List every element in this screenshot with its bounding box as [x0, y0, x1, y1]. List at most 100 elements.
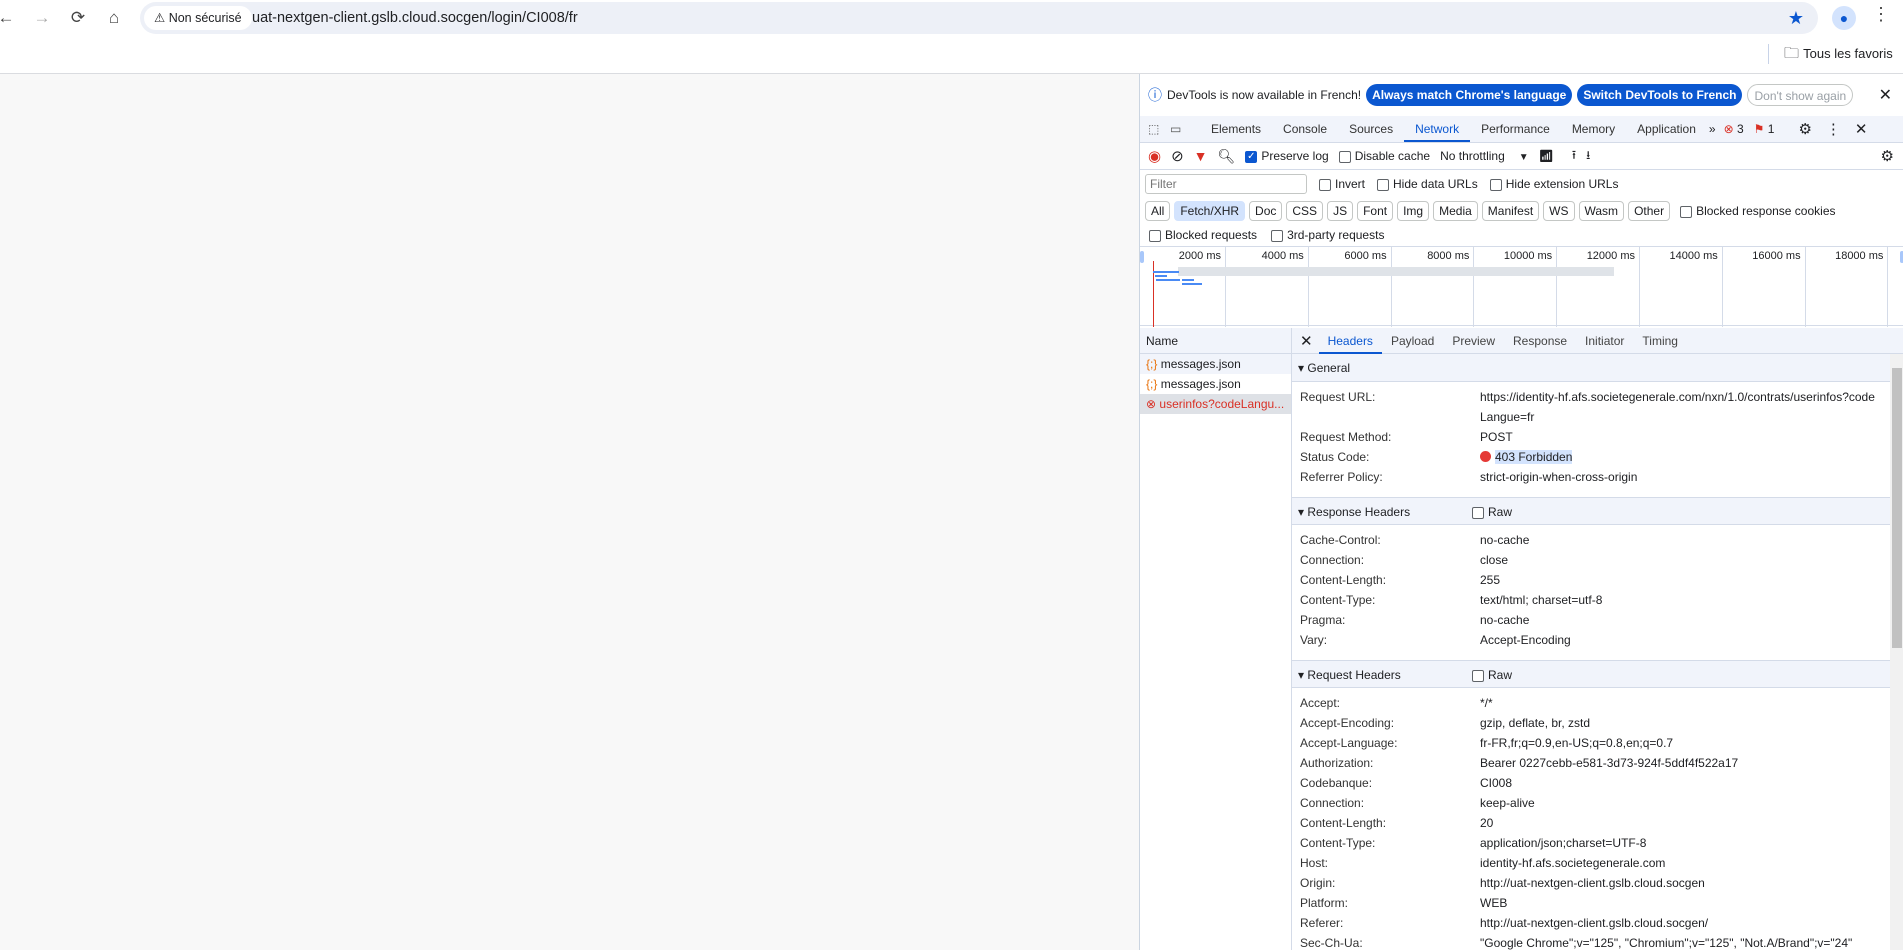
invert-checkbox[interactable]: Invert: [1319, 177, 1365, 191]
security-chip[interactable]: ⚠ Non sécurisé: [144, 6, 252, 30]
filter-funnel-icon[interactable]: ▼: [1194, 148, 1208, 164]
menu-kebab-icon[interactable]: ⋮: [1872, 4, 1890, 25]
network-settings-icon[interactable]: ⚙: [1881, 147, 1894, 165]
scrollbar-thumb[interactable]: [1892, 368, 1902, 648]
header-value[interactable]: http://uat-nextgen-client.gslb.cloud.soc…: [1480, 873, 1890, 893]
error-count-badge[interactable]: ⊗ 3: [1724, 122, 1744, 136]
type-font[interactable]: Font: [1357, 201, 1394, 221]
hide-extension-urls-checkbox[interactable]: Hide extension URLs: [1489, 177, 1618, 191]
type-wasm[interactable]: Wasm: [1578, 201, 1625, 221]
preserve-log-checkbox[interactable]: ✓ Preserve log: [1245, 149, 1329, 163]
match-language-button[interactable]: Always match Chrome's language: [1366, 84, 1573, 106]
header-value[interactable]: "Google Chrome";v="125", "Chromium";v="1…: [1480, 933, 1890, 950]
blocked-requests-checkbox[interactable]: Blocked requests: [1149, 228, 1257, 242]
tab-application[interactable]: Application: [1626, 116, 1707, 142]
type-manifest[interactable]: Manifest: [1481, 201, 1540, 221]
overview-left-handle[interactable]: [1140, 251, 1144, 263]
bookmark-star-icon[interactable]: ★: [1788, 2, 1804, 34]
hide-data-urls-checkbox[interactable]: Hide data URLs: [1377, 177, 1478, 191]
request-row-selected[interactable]: ⊗ userinfos?codeLangu...: [1140, 394, 1291, 414]
name-column-header[interactable]: Name: [1140, 328, 1291, 354]
switch-french-button[interactable]: Switch DevTools to French: [1577, 84, 1743, 106]
url-text[interactable]: uat-nextgen-client.gslb.cloud.socgen/log…: [252, 2, 578, 34]
tab-headers[interactable]: Headers: [1318, 328, 1382, 354]
header-value[interactable]: text/html; charset=utf-8: [1480, 590, 1890, 610]
export-har-icon[interactable]: ⭳: [1586, 146, 1590, 167]
profile-avatar-icon[interactable]: ●: [1832, 6, 1856, 30]
address-bar[interactable]: ⚠ Non sécurisé uat-nextgen-client.gslb.c…: [140, 2, 1818, 34]
general-section-header[interactable]: ▾ General: [1292, 354, 1890, 382]
tab-performance[interactable]: Performance: [1470, 116, 1561, 142]
response-headers-section-header[interactable]: ▾ Response Headers Raw: [1292, 497, 1890, 525]
more-tabs-icon[interactable]: »: [1709, 122, 1716, 136]
request-row[interactable]: {;} messages.json: [1140, 374, 1291, 394]
back-icon[interactable]: ←: [0, 6, 18, 30]
tab-sources[interactable]: Sources: [1338, 116, 1404, 142]
header-value[interactable]: WEB: [1480, 893, 1890, 913]
type-all[interactable]: All: [1145, 201, 1171, 221]
header-value[interactable]: CI008: [1480, 773, 1890, 793]
header-value[interactable]: application/json;charset=UTF-8: [1480, 833, 1890, 853]
import-har-icon[interactable]: ⭱: [1572, 146, 1576, 167]
request-row[interactable]: {;} messages.json: [1140, 354, 1291, 374]
header-value[interactable]: https://identity-hf.afs.societegenerale.…: [1480, 387, 1890, 407]
request-headers-section-header[interactable]: ▾ Request Headers Raw: [1292, 660, 1890, 688]
forward-icon[interactable]: →: [30, 6, 54, 30]
header-value[interactable]: 403 Forbidden: [1480, 447, 1890, 467]
header-value[interactable]: no-cache: [1480, 610, 1890, 630]
close-icon[interactable]: ✕: [1879, 85, 1892, 105]
header-value[interactable]: 255: [1480, 570, 1890, 590]
header-value[interactable]: close: [1480, 550, 1890, 570]
type-media[interactable]: Media: [1433, 201, 1478, 221]
header-value[interactable]: gzip, deflate, br, zstd: [1480, 713, 1890, 733]
search-icon[interactable]: 🔍︎: [1218, 148, 1236, 165]
header-value[interactable]: Langue=fr: [1480, 407, 1890, 427]
type-img[interactable]: Img: [1397, 201, 1430, 221]
header-value[interactable]: Accept-Encoding: [1480, 630, 1890, 650]
settings-gear-icon[interactable]: ⚙: [1798, 120, 1811, 138]
type-js[interactable]: JS: [1327, 201, 1354, 221]
header-value[interactable]: POST: [1480, 427, 1890, 447]
disable-cache-checkbox[interactable]: Disable cache: [1338, 149, 1430, 163]
header-value[interactable]: */*: [1480, 693, 1890, 713]
type-doc[interactable]: Doc: [1249, 201, 1283, 221]
reload-icon[interactable]: ⟳: [66, 6, 90, 30]
close-devtools-icon[interactable]: ✕: [1855, 120, 1868, 138]
record-stop-icon[interactable]: ◉: [1148, 147, 1161, 165]
header-value[interactable]: strict-origin-when-cross-origin: [1480, 467, 1890, 487]
third-party-checkbox[interactable]: 3rd-party requests: [1271, 228, 1384, 242]
all-bookmarks-button[interactable]: 🗀 Tous les favoris: [1784, 44, 1893, 64]
network-overview-timeline[interactable]: 2000 ms 4000 ms 6000 ms 8000 ms 10000 ms 1200…: [1140, 246, 1903, 327]
header-value[interactable]: keep-alive: [1480, 793, 1890, 813]
tab-response[interactable]: Response: [1504, 328, 1576, 354]
tab-timing[interactable]: Timing: [1633, 328, 1687, 354]
tab-console[interactable]: Console: [1272, 116, 1338, 142]
blocked-cookies-checkbox[interactable]: Blocked response cookies: [1680, 204, 1836, 218]
header-value[interactable]: 20: [1480, 813, 1890, 833]
raw-checkbox[interactable]: Raw: [1472, 661, 1512, 689]
close-detail-icon[interactable]: ✕: [1300, 332, 1313, 350]
type-css[interactable]: CSS: [1286, 201, 1324, 221]
clear-icon[interactable]: ⊘: [1171, 147, 1184, 165]
tab-memory[interactable]: Memory: [1561, 116, 1626, 142]
home-icon[interactable]: ⌂: [102, 6, 126, 30]
tab-elements[interactable]: Elements: [1200, 116, 1272, 142]
tab-initiator[interactable]: Initiator: [1576, 328, 1633, 354]
filter-input[interactable]: [1145, 174, 1307, 194]
device-toolbar-icon[interactable]: ▭: [1170, 122, 1200, 136]
type-other[interactable]: Other: [1628, 201, 1671, 221]
inspect-element-icon[interactable]: ⬚: [1148, 122, 1170, 136]
raw-checkbox[interactable]: Raw: [1472, 498, 1512, 526]
type-ws[interactable]: WS: [1543, 201, 1575, 221]
header-value[interactable]: http://uat-nextgen-client.gslb.cloud.soc…: [1480, 913, 1890, 933]
tab-network[interactable]: Network: [1404, 116, 1471, 142]
warning-count-badge[interactable]: ⚑ 1: [1754, 122, 1775, 136]
header-value[interactable]: identity-hf.afs.societegenerale.com: [1480, 853, 1890, 873]
kebab-menu-icon[interactable]: ⋮: [1826, 120, 1841, 138]
header-value[interactable]: fr-FR,fr;q=0.9,en-US;q=0.8,en;q=0.7: [1480, 733, 1890, 753]
header-value[interactable]: Bearer 0227cebb-e581-3d73-924f-5ddf4f522…: [1480, 753, 1890, 773]
header-value[interactable]: no-cache: [1480, 530, 1890, 550]
scrollbar[interactable]: [1890, 354, 1903, 950]
tab-preview[interactable]: Preview: [1443, 328, 1504, 354]
type-fetch-xhr[interactable]: Fetch/XHR: [1174, 201, 1246, 221]
